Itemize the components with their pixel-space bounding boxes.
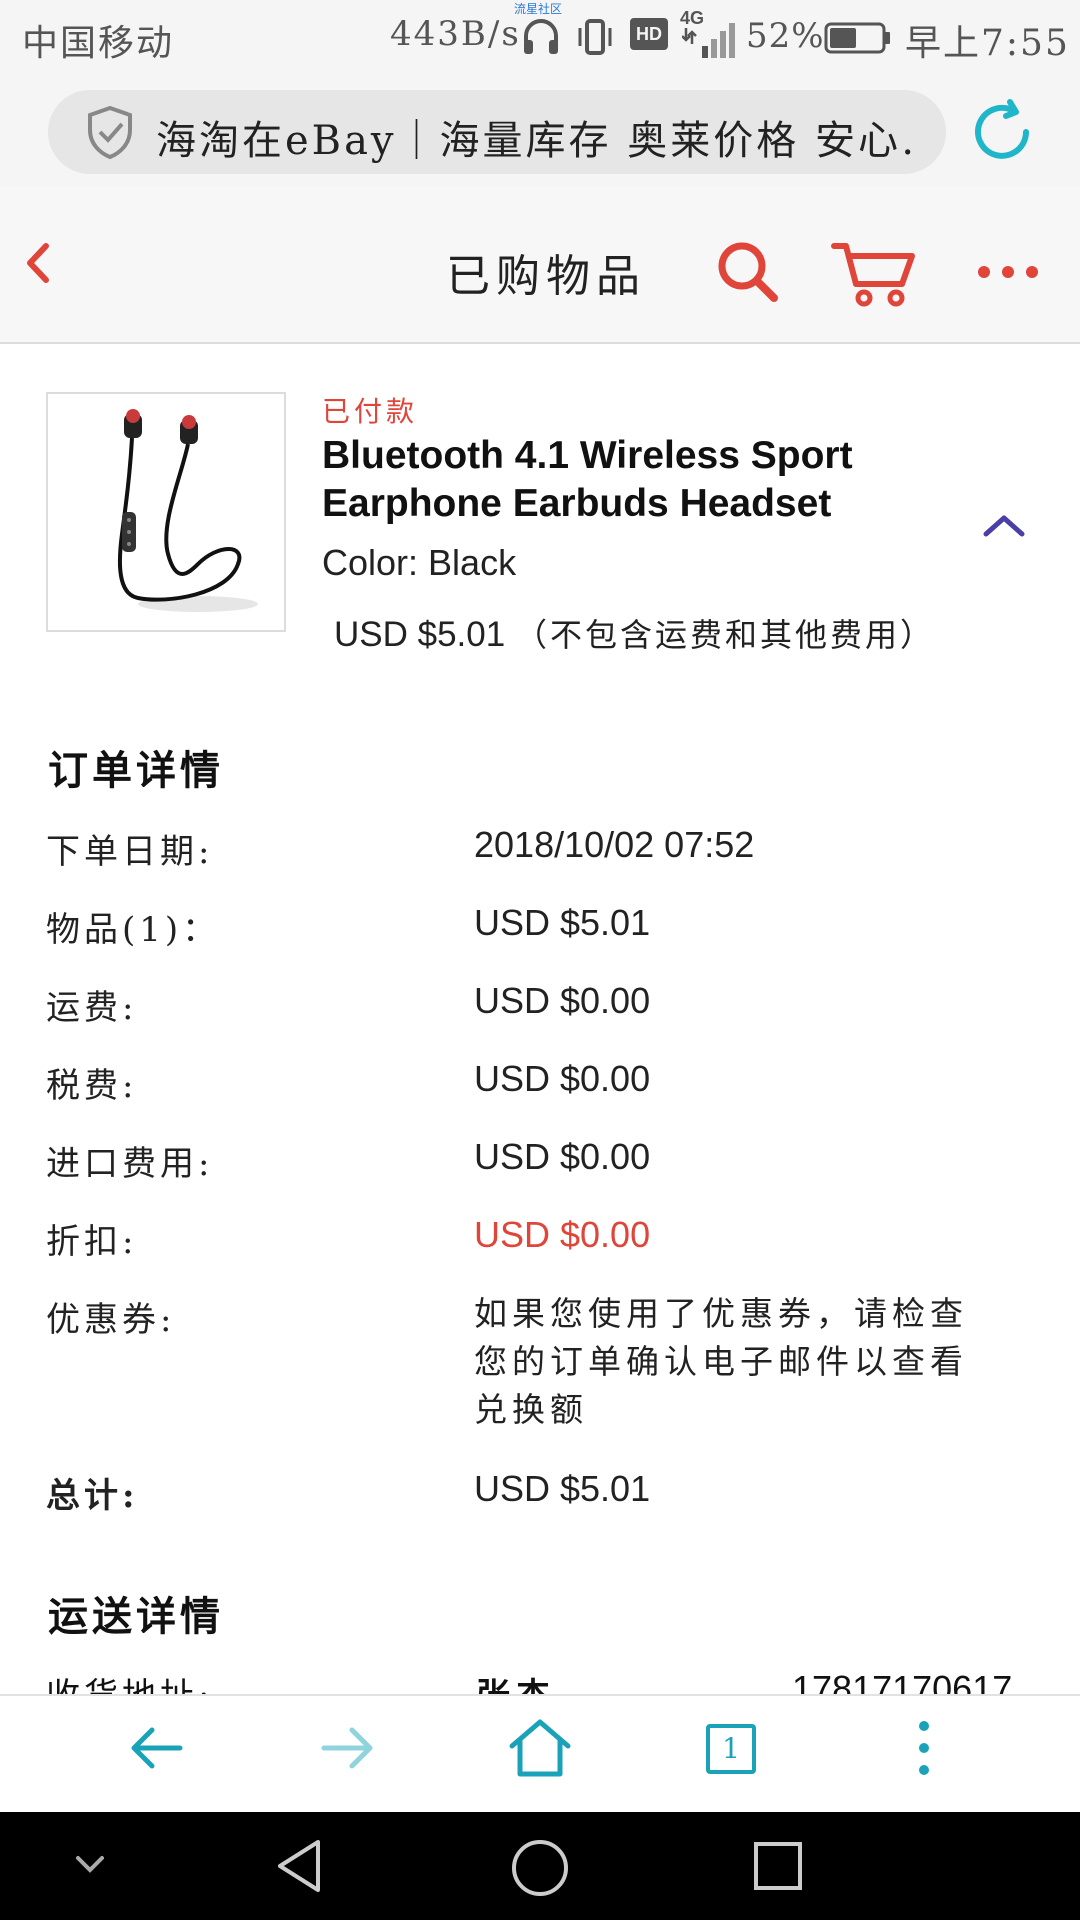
collapse-icon[interactable] (72, 1850, 108, 1880)
order-details-title: 订单详情 (48, 747, 224, 794)
home-circle-icon[interactable] (508, 1836, 572, 1900)
tax-value: USD $0.00 (474, 1058, 651, 1099)
battery-icon (824, 22, 890, 54)
discount-value: USD $0.00 (474, 1214, 651, 1255)
battery-percent: 52% (746, 16, 825, 56)
search-icon[interactable] (714, 238, 782, 306)
tax-label: 税费: (46, 1066, 138, 1106)
back-arrow-icon[interactable] (126, 1718, 186, 1778)
recipient-phone: 17817170617 (792, 1668, 1013, 1694)
item-price-note: （不包含运费和其他费用） (514, 616, 935, 654)
item-price: USD $5.01 (334, 615, 506, 654)
shield-icon (88, 105, 132, 160)
back-icon[interactable] (18, 238, 58, 288)
order-status-badge: 已付款 (322, 395, 419, 428)
network-speed: 443B/s (390, 14, 521, 54)
recents-square-icon[interactable] (750, 1838, 806, 1894)
shipping-fee-label: 运费: (46, 988, 138, 1028)
forward-arrow-icon[interactable] (318, 1718, 378, 1778)
item-color: Color: Black (322, 542, 517, 583)
signal-icon (682, 23, 735, 58)
item-thumbnail[interactable] (46, 392, 286, 632)
back-triangle-icon[interactable] (270, 1836, 330, 1896)
recipient-name: 张杰 (476, 1668, 556, 1694)
vibrate-icon (578, 19, 612, 55)
url-text[interactable]: 海淘在eBay｜海量库存 奥莱价格 安心… (156, 108, 916, 166)
tabs-icon[interactable]: 1 (706, 1724, 756, 1774)
watermark: 流星社区 (514, 2, 563, 16)
hd-badge: HD (630, 18, 668, 50)
import-fee-value: USD $0.00 (474, 1136, 651, 1177)
items-subtotal-label: 物品(1)： (46, 910, 221, 950)
shipping-fee-value: USD $0.00 (474, 980, 651, 1021)
total-label: 总计: (46, 1476, 139, 1516)
carrier-name: 中国移动 (22, 23, 175, 64)
page-title: 已购物品 (446, 251, 646, 302)
clock: 早上7:55 (905, 23, 1070, 64)
item-title[interactable]: Bluetooth 4.1 Wireless Sport Earphone Ea… (322, 432, 942, 528)
discount-label: 折扣: (46, 1222, 138, 1262)
order-date-label: 下单日期: (46, 832, 214, 872)
shipping-details-title: 运送详情 (48, 1593, 224, 1640)
address-label: 收货地址: (46, 1668, 213, 1694)
headphones-icon (524, 19, 558, 54)
coupon-value: 如果您使用了优惠券，请检查您的订单确认电子邮件以查看兑换额 (474, 1294, 968, 1429)
import-fee-label: 进口费用: (46, 1144, 214, 1184)
shipping-address-row: 收货地址: 张杰 17817170617 (0, 1668, 1080, 1694)
cart-icon[interactable] (830, 238, 918, 310)
item-price-line: USD $5.01 （不包含运费和其他费用） (334, 610, 935, 656)
menu-icon[interactable] (912, 1718, 936, 1778)
earphones-image (117, 409, 258, 612)
order-date-value: 2018/10/02 07:52 (474, 824, 755, 865)
home-icon[interactable] (508, 1718, 572, 1778)
coupon-label: 优惠券: (46, 1300, 176, 1340)
total-value: USD $5.01 (474, 1468, 651, 1509)
refresh-icon[interactable] (968, 98, 1036, 166)
items-subtotal-value: USD $5.01 (474, 902, 651, 943)
more-icon[interactable] (976, 260, 1040, 284)
chevron-up-icon[interactable] (980, 508, 1028, 542)
